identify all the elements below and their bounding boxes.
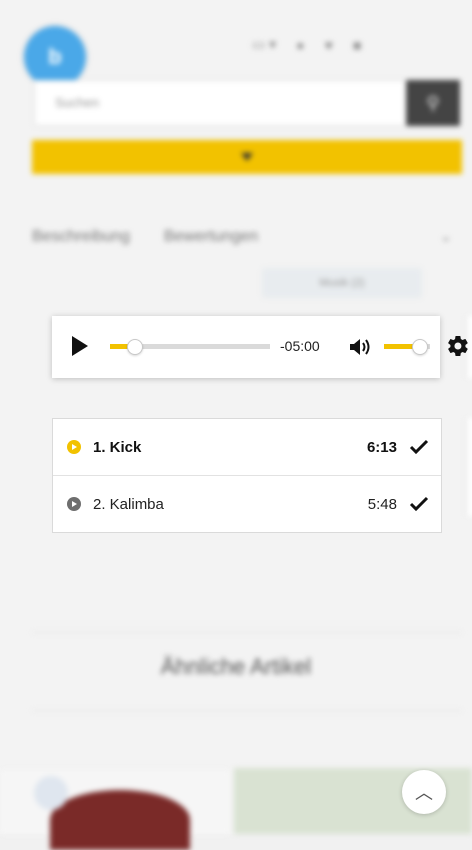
zoom-icon[interactable] xyxy=(34,776,68,810)
play-circle-icon xyxy=(67,440,81,454)
category-bar[interactable] xyxy=(32,140,462,174)
scroll-top-button[interactable]: ︿ xyxy=(402,770,446,814)
user-icon[interactable]: ● xyxy=(296,37,304,53)
pill-label: Musik (2) xyxy=(319,277,365,289)
checkmark-icon xyxy=(409,439,429,455)
tab-description[interactable]: Beschreibung xyxy=(32,228,130,246)
playlist: 1. Kick 6:13 2. Kalimba 5:48 xyxy=(52,418,442,533)
track-duration: 6:13 xyxy=(366,438,397,456)
volume-handle[interactable] xyxy=(411,339,428,355)
caret-down-icon xyxy=(241,153,253,161)
chevron-down-icon[interactable]: ⌄ xyxy=(440,228,452,245)
search-icon: ⚲ xyxy=(426,92,440,113)
tabs: Beschreibung Bewertungen xyxy=(32,228,258,246)
search-placeholder: Suchen xyxy=(55,95,100,110)
gear-icon[interactable] xyxy=(446,334,470,358)
time-remaining: -05:00 xyxy=(280,338,320,354)
play-circle-icon xyxy=(67,497,81,511)
volume-icon[interactable] xyxy=(348,337,378,357)
seek-handle[interactable] xyxy=(127,339,143,355)
logo-letter: b xyxy=(48,44,62,69)
search-button[interactable]: ⚲ xyxy=(406,80,460,126)
divider xyxy=(32,710,462,711)
tab-reviews[interactable]: Bewertungen xyxy=(164,228,258,246)
product-card[interactable] xyxy=(0,770,230,850)
chevron-up-icon: ︿ xyxy=(415,783,433,803)
section-heading: Ähnliche Artikel xyxy=(160,654,312,679)
checkmark-icon xyxy=(409,496,429,512)
play-icon[interactable] xyxy=(72,336,88,356)
music-tab-pill[interactable]: Musik (2) xyxy=(262,268,422,298)
track-title: 1. Kick xyxy=(93,438,142,456)
track-title: 2. Kalimba xyxy=(93,495,164,513)
track-row[interactable]: 2. Kalimba 5:48 xyxy=(53,475,441,532)
seek-slider[interactable] xyxy=(110,339,270,355)
page: b ▭ ▾ ● ♥ ■ Suchen ⚲ Beschreibung Bewert… xyxy=(0,0,472,850)
search-field[interactable]: Suchen xyxy=(34,80,408,126)
product-image xyxy=(50,790,190,850)
header-icons: ▭ ▾ ● ♥ ■ xyxy=(252,36,361,53)
track-row[interactable]: 1. Kick 6:13 xyxy=(53,419,441,475)
language-icon[interactable]: ▭ ▾ xyxy=(252,36,276,53)
divider xyxy=(32,632,462,633)
carousel-peek xyxy=(466,418,472,516)
logo[interactable]: b xyxy=(24,26,86,88)
track-duration: 5:48 xyxy=(367,495,397,513)
audio-player: -05:00 xyxy=(52,316,468,378)
cart-icon[interactable]: ■ xyxy=(353,37,361,53)
volume-slider[interactable] xyxy=(384,339,430,355)
heart-icon[interactable]: ♥ xyxy=(325,37,333,53)
